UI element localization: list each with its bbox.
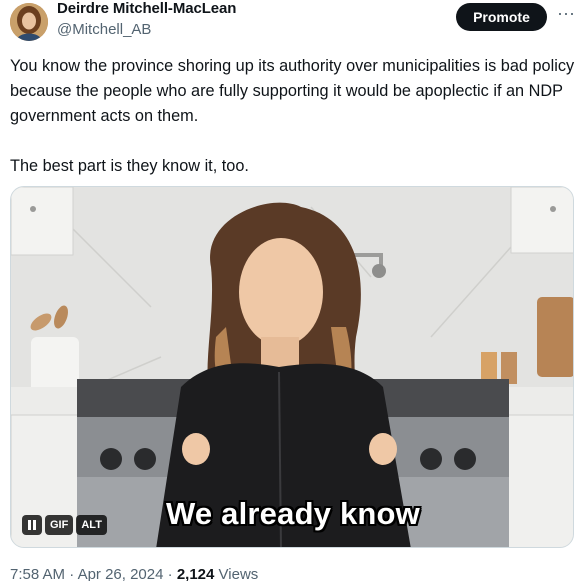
profile-photo-icon — [10, 3, 48, 41]
author-handle[interactable]: @Mitchell_AB — [57, 21, 151, 38]
meta-separator: · — [69, 566, 75, 581]
avatar[interactable] — [10, 3, 48, 41]
tweet-text: You know the province shoring up its aut… — [10, 54, 578, 179]
promote-button[interactable]: Promote — [456, 3, 547, 31]
gif-badge: GIF — [45, 515, 74, 535]
pause-icon[interactable] — [22, 515, 42, 535]
gif-frame-image — [11, 187, 573, 547]
tweet-paragraph: The best part is they know it, too. — [10, 157, 249, 175]
views-count: 2,124 — [176, 566, 215, 581]
author-display-name[interactable]: Deirdre Mitchell-MacLean — [57, 0, 236, 17]
views-label: Views — [218, 566, 259, 581]
more-options-icon[interactable]: ··· — [556, 4, 576, 24]
tweet-date[interactable]: Apr 26, 2024 — [78, 566, 164, 581]
tweet-meta: 7:58 AM · Apr 26, 2024 · 2,124 Views — [10, 566, 258, 581]
tweet-media-gif[interactable] — [10, 186, 574, 548]
alt-text-button[interactable]: ALT — [76, 515, 107, 535]
gif-caption: We already know — [166, 496, 420, 531]
tweet-paragraph: You know the province shoring up its aut… — [10, 57, 579, 125]
tweet-time[interactable]: 7:58 AM — [10, 566, 65, 581]
meta-separator: · — [167, 566, 173, 581]
gif-controls: GIF ALT — [22, 515, 107, 535]
